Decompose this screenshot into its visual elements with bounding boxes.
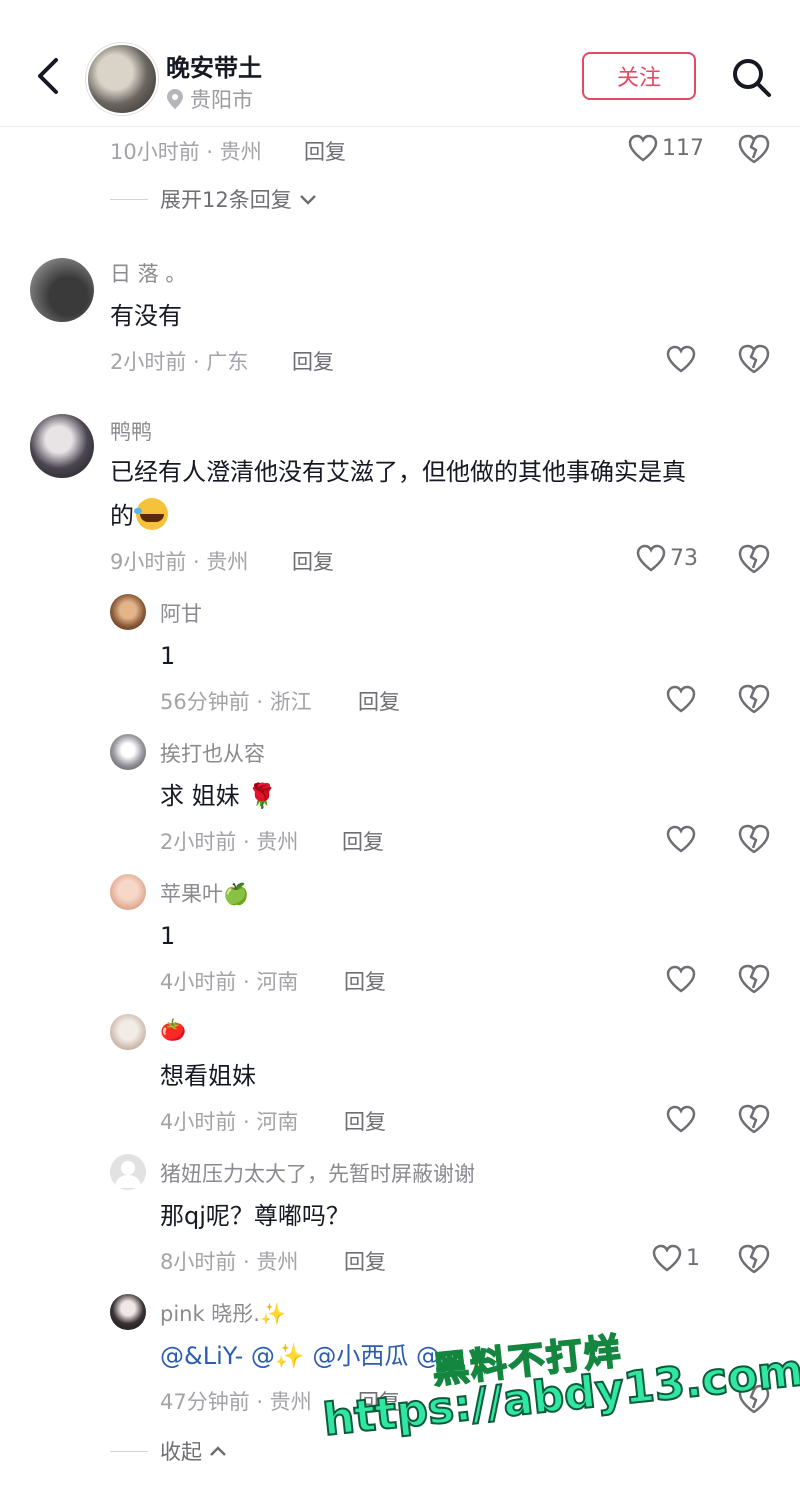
dislike-icon[interactable] — [738, 1104, 770, 1134]
expand-label: 展开12条回复 — [160, 188, 292, 212]
author-name[interactable]: 晚安带土 — [166, 48, 262, 83]
comment-meta: 9小时前 · 贵州 — [110, 550, 249, 574]
comment-text: 有没有 — [110, 302, 182, 330]
like-count: 73 — [670, 545, 698, 571]
reply-meta: 47分钟前 · 贵州 — [160, 1390, 312, 1414]
chevron-down-icon — [299, 195, 316, 205]
like-button[interactable]: 1 — [652, 1244, 700, 1272]
expand-replies-button[interactable]: 展开12条回复 — [110, 184, 318, 214]
reply-meta: 2小时前 · 贵州 — [160, 830, 299, 854]
dislike-icon[interactable] — [738, 344, 770, 374]
collapse-label: 收起 — [160, 1440, 202, 1464]
follow-button[interactable]: 关注 — [582, 52, 696, 100]
like-button[interactable]: 117 — [628, 134, 704, 162]
reply-username[interactable]: 阿甘 — [160, 598, 202, 628]
reply-username[interactable]: 猪妞压力太大了，先暂时屏蔽谢谢 — [160, 1158, 475, 1188]
reply-meta: 4小时前 · 河南 — [160, 1110, 299, 1134]
author-location: 贵阳市 — [166, 84, 253, 114]
avatar[interactable] — [110, 734, 146, 770]
comment-text-end: 的 — [110, 502, 134, 530]
heart-icon — [652, 1244, 682, 1272]
avatar[interactable] — [30, 414, 94, 478]
divider-line — [110, 198, 148, 200]
chevron-up-icon — [210, 1446, 226, 1456]
reply-button[interactable]: 回复 — [292, 546, 334, 576]
collapse-replies-button[interactable]: 收起 — [110, 1436, 228, 1466]
dislike-icon[interactable] — [738, 684, 770, 714]
divider-line — [110, 1450, 148, 1452]
dislike-icon[interactable] — [738, 544, 770, 574]
dislike-icon[interactable] — [738, 1244, 770, 1274]
dislike-icon[interactable] — [738, 824, 770, 854]
reply-meta: 4小时前 · 河南 — [160, 970, 299, 994]
reply-button[interactable]: 回复 — [344, 1106, 386, 1136]
reply-username[interactable]: 苹果叶🍏 — [160, 878, 249, 908]
heart-icon[interactable] — [666, 965, 696, 993]
dislike-icon[interactable] — [738, 134, 770, 164]
reply-button[interactable]: 回复 — [292, 346, 334, 376]
chevron-left-icon[interactable] — [30, 54, 70, 98]
reply-button[interactable]: 回复 — [304, 136, 346, 166]
avatar[interactable] — [110, 1014, 146, 1050]
reply-text: 想看姐妹 — [160, 1062, 256, 1090]
avatar[interactable] — [110, 874, 146, 910]
like-count: 1 — [686, 1245, 700, 1271]
comment-username[interactable]: 鸭鸭 — [110, 416, 152, 446]
location-text: 贵阳市 — [190, 88, 253, 112]
reply-text: 1 — [160, 642, 176, 670]
reply-username[interactable]: 挨打也从容 — [160, 738, 265, 768]
search-icon[interactable] — [730, 56, 772, 98]
heart-icon[interactable] — [666, 345, 696, 373]
reply-username[interactable]: 🍅 — [160, 1018, 186, 1043]
avatar[interactable] — [110, 1294, 146, 1330]
reply-meta: 56分钟前 · 浙江 — [160, 690, 312, 714]
comment-meta: 2小时前 · 广东 — [110, 350, 249, 374]
header-bar: 晚安带土 贵阳市 关注 — [0, 0, 800, 127]
comment-meta: 10小时前 · 贵州 — [110, 140, 262, 164]
heart-icon[interactable] — [666, 685, 696, 713]
comment-text: 已经有人澄清他没有艾滋了，但他做的其他事确实是真 — [110, 458, 686, 486]
reply-text: 求 姐妹 🌹 — [160, 782, 278, 810]
default-avatar-icon[interactable] — [110, 1154, 146, 1190]
heart-icon[interactable] — [666, 1105, 696, 1133]
like-count: 117 — [662, 135, 704, 161]
avatar[interactable] — [30, 258, 94, 322]
comment-text-continued: 的 — [110, 494, 168, 538]
reply-username[interactable]: pink 晓彤.✨ — [160, 1298, 286, 1328]
like-button[interactable]: 73 — [636, 544, 698, 572]
dislike-icon[interactable] — [738, 964, 770, 994]
comment-username[interactable]: 日 落 。 — [110, 258, 186, 288]
reply-text: 那qj呢？尊嘟吗？ — [160, 1202, 350, 1230]
reply-button[interactable]: 回复 — [358, 686, 400, 716]
heart-icon — [636, 544, 666, 572]
reply-button[interactable]: 回复 — [344, 1246, 386, 1276]
reply-meta: 8小时前 · 贵州 — [160, 1250, 299, 1274]
author-avatar[interactable] — [86, 43, 158, 115]
reply-text: 1 — [160, 922, 176, 950]
heart-icon — [628, 134, 658, 162]
reply-button[interactable]: 回复 — [344, 966, 386, 996]
reply-text-mentions[interactable]: @&LiY- @✨ @小西瓜 @ — [160, 1334, 440, 1378]
avatar[interactable] — [110, 594, 146, 630]
laughing-crying-emoji-icon — [134, 498, 168, 530]
reply-button[interactable]: 回复 — [342, 826, 384, 856]
heart-icon[interactable] — [666, 825, 696, 853]
location-pin-icon — [167, 89, 183, 109]
person-icon — [115, 1161, 141, 1188]
